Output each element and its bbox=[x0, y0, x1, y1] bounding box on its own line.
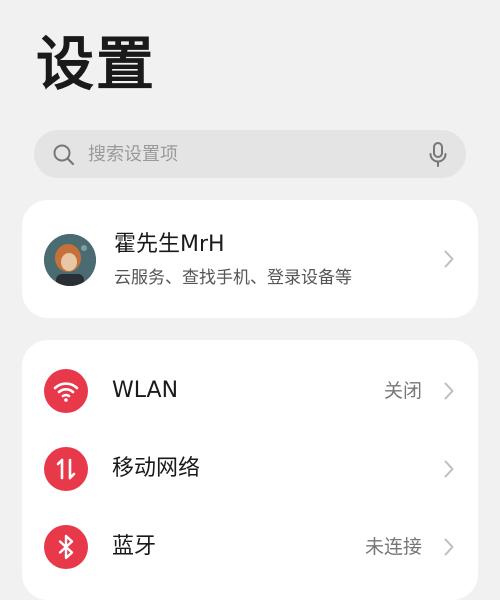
setting-label: WLAN bbox=[112, 378, 179, 403]
setting-label: 蓝牙 bbox=[112, 534, 157, 559]
setting-label: 移动网络 bbox=[112, 456, 201, 481]
chevron-right-icon bbox=[444, 382, 454, 400]
account-card[interactable]: 霍先生MrH 云服务、查找手机、登录设备等 bbox=[22, 200, 478, 318]
setting-value: 未连接 bbox=[364, 536, 422, 558]
avatar[interactable] bbox=[44, 234, 96, 286]
search-icon bbox=[52, 143, 76, 167]
microphone-icon[interactable] bbox=[428, 142, 448, 168]
settings-card: WLAN 关闭 移动网络 蓝牙 未连接 bbox=[22, 340, 478, 600]
mobile-data-icon bbox=[44, 447, 88, 491]
account-name: 霍先生MrH bbox=[114, 232, 225, 257]
search-input[interactable] bbox=[88, 130, 418, 178]
setting-value: 关闭 bbox=[383, 380, 422, 402]
bluetooth-icon bbox=[44, 525, 88, 569]
chevron-right-icon bbox=[444, 538, 454, 556]
wifi-icon bbox=[44, 369, 88, 413]
page-title: 设置 bbox=[36, 30, 157, 98]
chevron-right-icon bbox=[444, 460, 454, 478]
chevron-right-icon bbox=[444, 250, 454, 268]
setting-row-wlan[interactable]: WLAN 关闭 bbox=[22, 352, 478, 430]
setting-row-bluetooth[interactable]: 蓝牙 未连接 bbox=[22, 508, 478, 586]
account-subtitle: 云服务、查找手机、登录设备等 bbox=[114, 268, 352, 288]
setting-row-mobile-network[interactable]: 移动网络 bbox=[22, 430, 478, 508]
search-bar[interactable] bbox=[34, 130, 466, 178]
